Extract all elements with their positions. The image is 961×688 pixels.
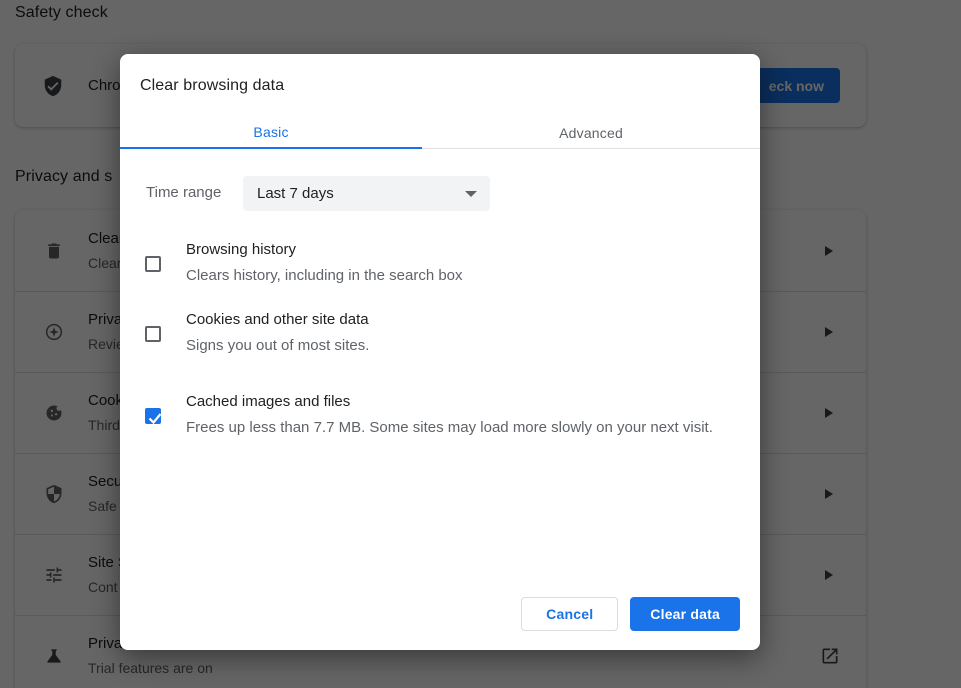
time-range-select[interactable]: Last 7 days [243, 176, 490, 211]
chrome-settings-page: Safety check Chro eck now Privacy and s … [0, 0, 961, 688]
cached-images-checkbox[interactable] [145, 408, 161, 424]
checkbox-title: Browsing history [186, 240, 463, 260]
checkbox-title: Cached images and files [186, 392, 713, 412]
cancel-button[interactable]: Cancel [521, 597, 618, 631]
checkbox-description: Clears history, including in the search … [186, 263, 463, 288]
dialog-title: Clear browsing data [140, 77, 284, 95]
clear-data-button[interactable]: Clear data [630, 597, 740, 631]
checkbox-row-cached-images[interactable]: Cached images and files Frees up less th… [145, 378, 732, 454]
checkbox-row-browsing-history[interactable]: Browsing history Clears history, includi… [145, 238, 732, 290]
tab-advanced[interactable]: Advanced [422, 116, 760, 149]
tab-basic[interactable]: Basic [120, 116, 422, 149]
dropdown-caret-icon [465, 191, 477, 197]
time-range-value: Last 7 days [257, 185, 334, 202]
checkbox-row-cookies[interactable]: Cookies and other site data Signs you ou… [145, 308, 732, 360]
checkbox-description: Frees up less than 7.7 MB. Some sites ma… [186, 415, 713, 440]
checkbox-title: Cookies and other site data [186, 310, 369, 330]
checkbox-description: Signs you out of most sites. [186, 333, 369, 358]
clear-browsing-data-dialog: Clear browsing data Basic Advanced Time … [120, 54, 760, 650]
cookies-checkbox[interactable] [145, 326, 161, 342]
dialog-buttons: Cancel Clear data [521, 597, 740, 631]
browsing-history-checkbox[interactable] [145, 256, 161, 272]
dialog-tabs: Basic Advanced [120, 116, 760, 149]
time-range-label: Time range [146, 184, 221, 201]
